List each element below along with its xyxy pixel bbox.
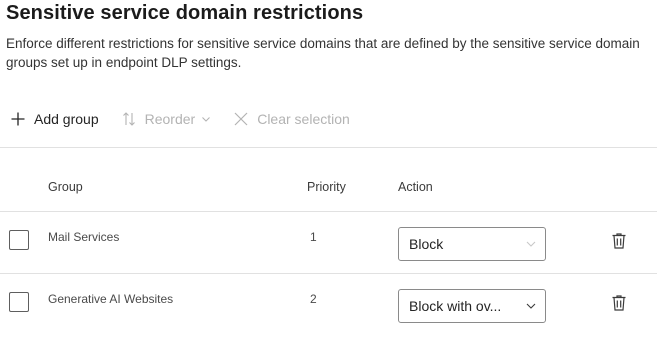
trash-icon bbox=[611, 294, 627, 317]
column-header-action: Action bbox=[398, 180, 433, 194]
action-value: Block bbox=[409, 236, 444, 252]
page: Sensitive service domain restrictions En… bbox=[0, 0, 657, 338]
page-title: Sensitive service domain restrictions bbox=[6, 2, 364, 24]
close-icon bbox=[233, 111, 249, 127]
page-description: Enforce different restrictions for sensi… bbox=[6, 36, 640, 70]
column-header-priority: Priority bbox=[307, 180, 346, 194]
add-group-button[interactable]: Add group bbox=[10, 106, 99, 132]
row-checkbox[interactable] bbox=[9, 292, 29, 312]
reorder-button[interactable]: Reorder bbox=[121, 106, 212, 132]
chevron-down-icon bbox=[201, 111, 211, 127]
priority-value: 1 bbox=[310, 230, 317, 244]
reorder-label: Reorder bbox=[144, 111, 196, 127]
priority-value: 2 bbox=[310, 292, 317, 306]
toolbar-divider bbox=[0, 147, 657, 148]
chevron-down-icon bbox=[517, 300, 545, 312]
trash-icon bbox=[611, 232, 627, 255]
row-checkbox[interactable] bbox=[9, 230, 29, 250]
chevron-down-icon bbox=[517, 238, 545, 250]
delete-button[interactable] bbox=[609, 232, 629, 255]
table-row: Mail Services 1 Block bbox=[0, 212, 657, 274]
group-name: Generative AI Websites bbox=[48, 292, 174, 306]
action-value: Block with ov... bbox=[409, 298, 502, 314]
table-row: Generative AI Websites 2 Block with ov..… bbox=[0, 274, 657, 336]
reorder-icon bbox=[121, 111, 137, 127]
add-group-label: Add group bbox=[34, 111, 99, 127]
add-icon bbox=[10, 111, 26, 127]
action-dropdown[interactable]: Block with ov... bbox=[398, 289, 546, 323]
group-name: Mail Services bbox=[48, 230, 120, 244]
action-dropdown[interactable]: Block bbox=[398, 227, 546, 261]
column-header-group: Group bbox=[48, 180, 83, 194]
clear-selection-button[interactable]: Clear selection bbox=[233, 106, 350, 132]
clear-selection-label: Clear selection bbox=[257, 111, 350, 127]
toolbar: Add group Reorder Clear selection bbox=[10, 106, 372, 132]
delete-button[interactable] bbox=[609, 294, 629, 317]
